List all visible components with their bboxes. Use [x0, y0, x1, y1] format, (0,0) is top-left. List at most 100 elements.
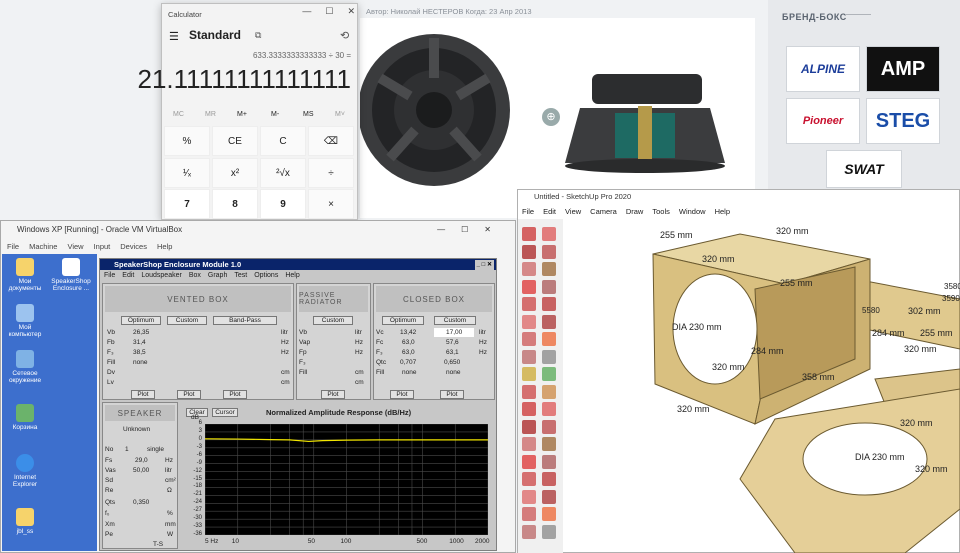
sketchup-tool-icon[interactable] [542, 227, 556, 241]
menu-machine[interactable]: Machine [29, 242, 57, 251]
sketchup-tool-icon[interactable] [522, 454, 536, 469]
fb-value[interactable]: 31,4 [133, 338, 146, 347]
minimize-button[interactable]: — [302, 6, 311, 17]
sketchup-tool-icon[interactable] [522, 262, 536, 276]
speakershop-shortcut-icon[interactable]: SpeakerShop Enclosure ... [48, 258, 94, 292]
sketchup-tool-icon[interactable] [542, 279, 556, 294]
sketchup-tool-icon[interactable] [522, 349, 536, 364]
ss-menu-loudspeaker[interactable]: Loudspeaker [141, 272, 181, 279]
sketchup-tool-icon[interactable] [542, 244, 556, 259]
brand-amp[interactable]: AMP [866, 46, 940, 92]
brand-swat[interactable]: SWAT [826, 150, 902, 188]
qtc-custom-value[interactable]: 0,650 [444, 358, 460, 367]
ss-menu-graph[interactable]: Graph [208, 272, 227, 279]
wiring-value[interactable]: single [147, 445, 164, 454]
sketchup-tool-icon[interactable] [542, 437, 556, 451]
brand-alpine[interactable]: ALPINE [786, 46, 860, 92]
window-controls[interactable]: —☐✕ [437, 221, 507, 239]
fs-value[interactable]: 29,0 [135, 456, 148, 465]
mc-button[interactable]: MC [173, 111, 184, 118]
m-plus-button[interactable]: M+ [237, 111, 247, 118]
seven-key[interactable]: 7 [164, 189, 210, 219]
internet-explorer-icon[interactable]: Internet Explorer [2, 454, 48, 488]
su-menu-edit[interactable]: Edit [543, 207, 556, 216]
jbl-folder-icon[interactable]: jbl_ss [2, 508, 48, 535]
sketchup-tool-icon[interactable] [542, 349, 556, 364]
speakershop-window-controls[interactable]: _ □ ✕ [474, 260, 494, 271]
su-menu-view[interactable]: View [565, 207, 581, 216]
sketchup-tool-icon[interactable] [542, 314, 556, 329]
sketchup-tool-icon[interactable] [522, 507, 536, 521]
my-computer-icon[interactable]: Мой компьютер [2, 304, 48, 338]
menu-file[interactable]: File [7, 242, 19, 251]
ts-button[interactable]: T-S [153, 540, 163, 549]
closed-f3-custom[interactable]: 63,1 [446, 348, 459, 357]
ss-menu-test[interactable]: Test [234, 272, 247, 279]
sketchup-tool-icon[interactable] [522, 384, 536, 399]
f3-value[interactable]: 38,5 [133, 348, 146, 357]
eight-key[interactable]: 8 [212, 189, 258, 219]
hamburger-menu-icon[interactable]: ☰ [169, 30, 179, 43]
passive-plot-button[interactable]: Plot [321, 390, 345, 399]
closed-fill-optimum[interactable]: none [402, 368, 416, 377]
c-key[interactable]: C [260, 126, 306, 156]
my-documents-icon[interactable]: Мои документы [2, 258, 48, 292]
sketchup-tool-icon[interactable] [522, 367, 536, 381]
sketchup-tool-icon[interactable] [542, 332, 556, 346]
sketchup-tool-icon[interactable] [522, 279, 536, 294]
menu-view[interactable]: View [67, 242, 83, 251]
no-value[interactable]: 1 [125, 445, 129, 454]
sketchup-tool-icon[interactable] [542, 472, 556, 486]
sketchup-tool-icon[interactable] [522, 314, 536, 329]
ms-button[interactable]: MS [303, 111, 314, 118]
ce-key[interactable]: CE [212, 126, 258, 156]
vc-optimum-value[interactable]: 13,42 [400, 328, 416, 337]
vented-plot-button-3[interactable]: Plot [223, 390, 247, 399]
fill-value[interactable]: none [133, 358, 147, 367]
keep-on-top-icon[interactable]: ⧉ [255, 30, 261, 41]
response-plot[interactable] [204, 423, 489, 536]
menu-input[interactable]: Input [94, 242, 111, 251]
ss-menu-help[interactable]: Help [285, 272, 299, 279]
sketchup-tool-icon[interactable] [542, 419, 556, 434]
closed-f3-optimum[interactable]: 63,0 [402, 348, 415, 357]
sketchup-tool-icon[interactable] [542, 367, 556, 381]
backspace-key[interactable]: ⌫ [308, 126, 354, 156]
sqrt-key[interactable]: ²√x [260, 158, 306, 188]
fc-optimum-value[interactable]: 63,0 [402, 338, 415, 347]
closed-optimum-button[interactable]: Optimum [382, 316, 424, 325]
fc-custom-value[interactable]: 57,6 [446, 338, 459, 347]
memory-list-button[interactable]: M˅ [335, 111, 345, 118]
closed-fill-custom[interactable]: none [446, 368, 460, 377]
sketchup-tool-icon[interactable] [522, 419, 536, 434]
sketchup-tool-icon[interactable] [522, 472, 536, 486]
percent-key[interactable]: % [164, 126, 210, 156]
sketchup-tool-icon[interactable] [522, 489, 536, 504]
network-places-icon[interactable]: Сетевое окружение [2, 350, 48, 384]
sketchup-viewport[interactable] [565, 219, 960, 553]
sketchup-tool-icon[interactable] [522, 332, 536, 346]
sketchup-tool-icon[interactable] [542, 297, 556, 311]
square-key[interactable]: x² [212, 158, 258, 188]
divide-key[interactable]: ÷ [308, 158, 354, 188]
su-menu-file[interactable]: File [522, 207, 534, 216]
su-menu-window[interactable]: Window [679, 207, 706, 216]
su-menu-tools[interactable]: Tools [652, 207, 670, 216]
sketchup-tool-icon[interactable] [542, 524, 556, 539]
su-menu-help[interactable]: Help [715, 207, 730, 216]
vented-optimum-button[interactable]: Optimum [121, 316, 161, 325]
closed-plot-button-1[interactable]: Plot [390, 390, 414, 399]
ss-menu-edit[interactable]: Edit [122, 272, 134, 279]
qtc-optimum-value[interactable]: 0,707 [400, 358, 416, 367]
mr-button[interactable]: MR [205, 111, 216, 118]
sketchup-tool-icon[interactable] [522, 437, 536, 451]
vc-custom-input[interactable]: 17,00 [434, 328, 474, 337]
close-button[interactable]: ✕ [347, 6, 355, 17]
vb-value[interactable]: 26,35 [133, 328, 149, 337]
su-menu-camera[interactable]: Camera [590, 207, 617, 216]
brand-steg[interactable]: STEG [866, 98, 940, 144]
history-icon[interactable]: ⟲ [340, 29, 349, 42]
brand-pioneer[interactable]: Pioneer [786, 98, 860, 144]
m-minus-button[interactable]: M- [271, 111, 279, 118]
closed-plot-button-2[interactable]: Plot [440, 390, 464, 399]
